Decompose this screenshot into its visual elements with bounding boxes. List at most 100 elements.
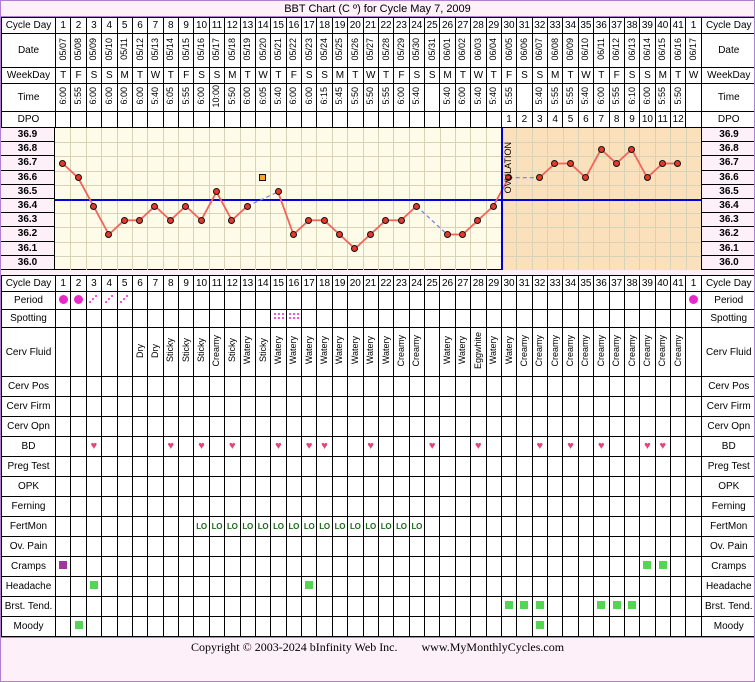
brst-tend-row-cell[interactable] bbox=[577, 596, 595, 617]
cerv-firm-row-cell[interactable] bbox=[408, 396, 426, 417]
cycle-day-row-cell[interactable]: 18 bbox=[316, 17, 333, 34]
brst-tend-row-cell[interactable] bbox=[639, 596, 656, 617]
opk-row-cell[interactable] bbox=[300, 476, 318, 497]
dpo-row-cell[interactable]: 1 bbox=[500, 111, 518, 128]
fertmon-row-cell[interactable] bbox=[546, 516, 564, 537]
cycle-day-row-cell[interactable]: 11 bbox=[208, 17, 226, 34]
ferning-row-cell[interactable] bbox=[608, 496, 625, 517]
spotting-row-cell[interactable] bbox=[470, 309, 487, 328]
cramps-row-cell[interactable] bbox=[470, 556, 487, 577]
weekday-row-cell[interactable]: S bbox=[639, 67, 656, 84]
cramps-row-cell[interactable] bbox=[362, 556, 379, 577]
ov-pain-row-cell[interactable] bbox=[116, 536, 133, 557]
opk-row-cell[interactable] bbox=[224, 476, 241, 497]
cerv-opn-row-cell[interactable] bbox=[285, 416, 303, 437]
cerv-firm-row-cell[interactable] bbox=[546, 396, 564, 417]
weekday-row-cell[interactable]: F bbox=[70, 67, 87, 84]
moody-row-cell[interactable] bbox=[500, 616, 518, 637]
cerv-pos-row-cell[interactable] bbox=[439, 376, 456, 397]
cramps-row-cell[interactable] bbox=[85, 556, 103, 577]
dpo-row-cell[interactable] bbox=[377, 111, 395, 128]
date-row-cell[interactable]: 06/14 bbox=[639, 33, 656, 68]
date-row-cell[interactable]: 06/02 bbox=[454, 33, 472, 68]
cerv-opn-row-cell[interactable] bbox=[239, 416, 256, 437]
spotting-row-cell[interactable] bbox=[193, 309, 210, 328]
cerv-fluid-row-cell[interactable]: Creamy bbox=[516, 327, 533, 377]
cerv-opn-row-cell[interactable] bbox=[669, 416, 687, 437]
dpo-row-cell[interactable] bbox=[331, 111, 349, 128]
date-row-cell[interactable]: 06/03 bbox=[470, 33, 487, 68]
preg-test-row-cell[interactable] bbox=[54, 456, 72, 477]
cycle-day-row-cell[interactable]: 32 bbox=[531, 17, 549, 34]
dpo-row-cell[interactable]: 12 bbox=[669, 111, 687, 128]
preg-test-row-cell[interactable] bbox=[347, 456, 364, 477]
ov-pain-row-cell[interactable] bbox=[224, 536, 241, 557]
cerv-firm-row-cell[interactable] bbox=[593, 396, 610, 417]
cerv-fluid-row-cell[interactable]: Creamy bbox=[208, 327, 226, 377]
cycle-day-row-cell[interactable]: 8 bbox=[162, 17, 180, 34]
time-row-cell[interactable]: 6:05 bbox=[162, 83, 180, 112]
cycle-day-row-cell[interactable]: 23 bbox=[393, 17, 410, 34]
ov-pain-row-cell[interactable] bbox=[377, 536, 395, 557]
weekday-row-cell[interactable]: S bbox=[300, 67, 318, 84]
cerv-pos-row-cell[interactable] bbox=[224, 376, 241, 397]
moody-row-cell[interactable] bbox=[285, 616, 303, 637]
brst-tend-row-cell[interactable] bbox=[239, 596, 256, 617]
period-row-cell[interactable] bbox=[362, 291, 379, 310]
opk-row-cell[interactable] bbox=[347, 476, 364, 497]
cerv-firm-row-cell[interactable] bbox=[85, 396, 103, 417]
ov-pain-row-cell[interactable] bbox=[101, 536, 118, 557]
cerv-firm-row-cell[interactable] bbox=[177, 396, 195, 417]
ov-pain-row-cell[interactable] bbox=[608, 536, 625, 557]
temperature-point[interactable] bbox=[182, 202, 190, 210]
cycle-day-row-cell[interactable]: 24 bbox=[408, 17, 426, 34]
cerv-fluid-row-cell[interactable]: Creamy bbox=[608, 327, 625, 377]
headache-row-cell[interactable] bbox=[439, 576, 456, 597]
period-row-cell[interactable] bbox=[669, 291, 687, 310]
ov-pain-row-cell[interactable] bbox=[147, 536, 164, 557]
time-row-cell[interactable]: 5:50 bbox=[362, 83, 379, 112]
temperature-point[interactable] bbox=[89, 202, 97, 210]
cerv-firm-row-cell[interactable] bbox=[423, 396, 441, 417]
cycle-day-row-2-cell[interactable]: 11 bbox=[208, 275, 226, 292]
preg-test-row-cell[interactable] bbox=[593, 456, 610, 477]
cycle-day-row-2-cell[interactable]: 40 bbox=[654, 275, 672, 292]
cycle-day-row-2-cell[interactable]: 1 bbox=[685, 275, 702, 292]
headache-row-cell[interactable] bbox=[423, 576, 441, 597]
cerv-fluid-row-cell[interactable]: Watery bbox=[485, 327, 502, 377]
time-row-cell[interactable]: 5:50 bbox=[224, 83, 241, 112]
cycle-day-row-2-cell[interactable]: 25 bbox=[423, 275, 441, 292]
weekday-row-cell[interactable]: W bbox=[147, 67, 164, 84]
dpo-row-cell[interactable]: 3 bbox=[531, 111, 549, 128]
cerv-firm-row-cell[interactable] bbox=[300, 396, 318, 417]
opk-row-cell[interactable] bbox=[470, 476, 487, 497]
dpo-row-cell[interactable] bbox=[193, 111, 210, 128]
preg-test-row-cell[interactable] bbox=[101, 456, 118, 477]
time-row-cell[interactable]: 5:40 bbox=[147, 83, 164, 112]
cerv-opn-row-cell[interactable] bbox=[408, 416, 426, 437]
temperature-point[interactable] bbox=[474, 216, 482, 224]
moody-row-cell[interactable] bbox=[116, 616, 133, 637]
cramps-row-cell[interactable] bbox=[408, 556, 426, 577]
bd-row-cell[interactable]: ♥ bbox=[362, 436, 379, 457]
ov-pain-row-cell[interactable] bbox=[500, 536, 518, 557]
date-row-cell[interactable]: 05/31 bbox=[423, 33, 441, 68]
date-row-cell[interactable]: 06/11 bbox=[593, 33, 610, 68]
fertmon-row-cell[interactable]: LO bbox=[285, 516, 303, 537]
time-row-cell[interactable]: 6:00 bbox=[193, 83, 210, 112]
ferning-row-cell[interactable] bbox=[562, 496, 579, 517]
cerv-fluid-row-cell[interactable]: Dry bbox=[147, 327, 164, 377]
temperature-point[interactable] bbox=[643, 174, 651, 182]
time-row-cell[interactable]: 5:50 bbox=[669, 83, 687, 112]
cerv-fluid-row-cell[interactable]: Watery bbox=[454, 327, 472, 377]
weekday-row-cell[interactable]: W bbox=[254, 67, 272, 84]
ov-pain-row-cell[interactable] bbox=[54, 536, 72, 557]
fertmon-row-cell[interactable]: LO bbox=[224, 516, 241, 537]
cerv-pos-row-cell[interactable] bbox=[193, 376, 210, 397]
headache-row-cell[interactable] bbox=[546, 576, 564, 597]
bd-row-cell[interactable]: ♥ bbox=[423, 436, 441, 457]
headache-row-cell[interactable] bbox=[162, 576, 180, 597]
cycle-day-row-2-cell[interactable]: 33 bbox=[546, 275, 564, 292]
moody-row-cell[interactable] bbox=[193, 616, 210, 637]
cycle-day-row-cell[interactable]: 14 bbox=[254, 17, 272, 34]
